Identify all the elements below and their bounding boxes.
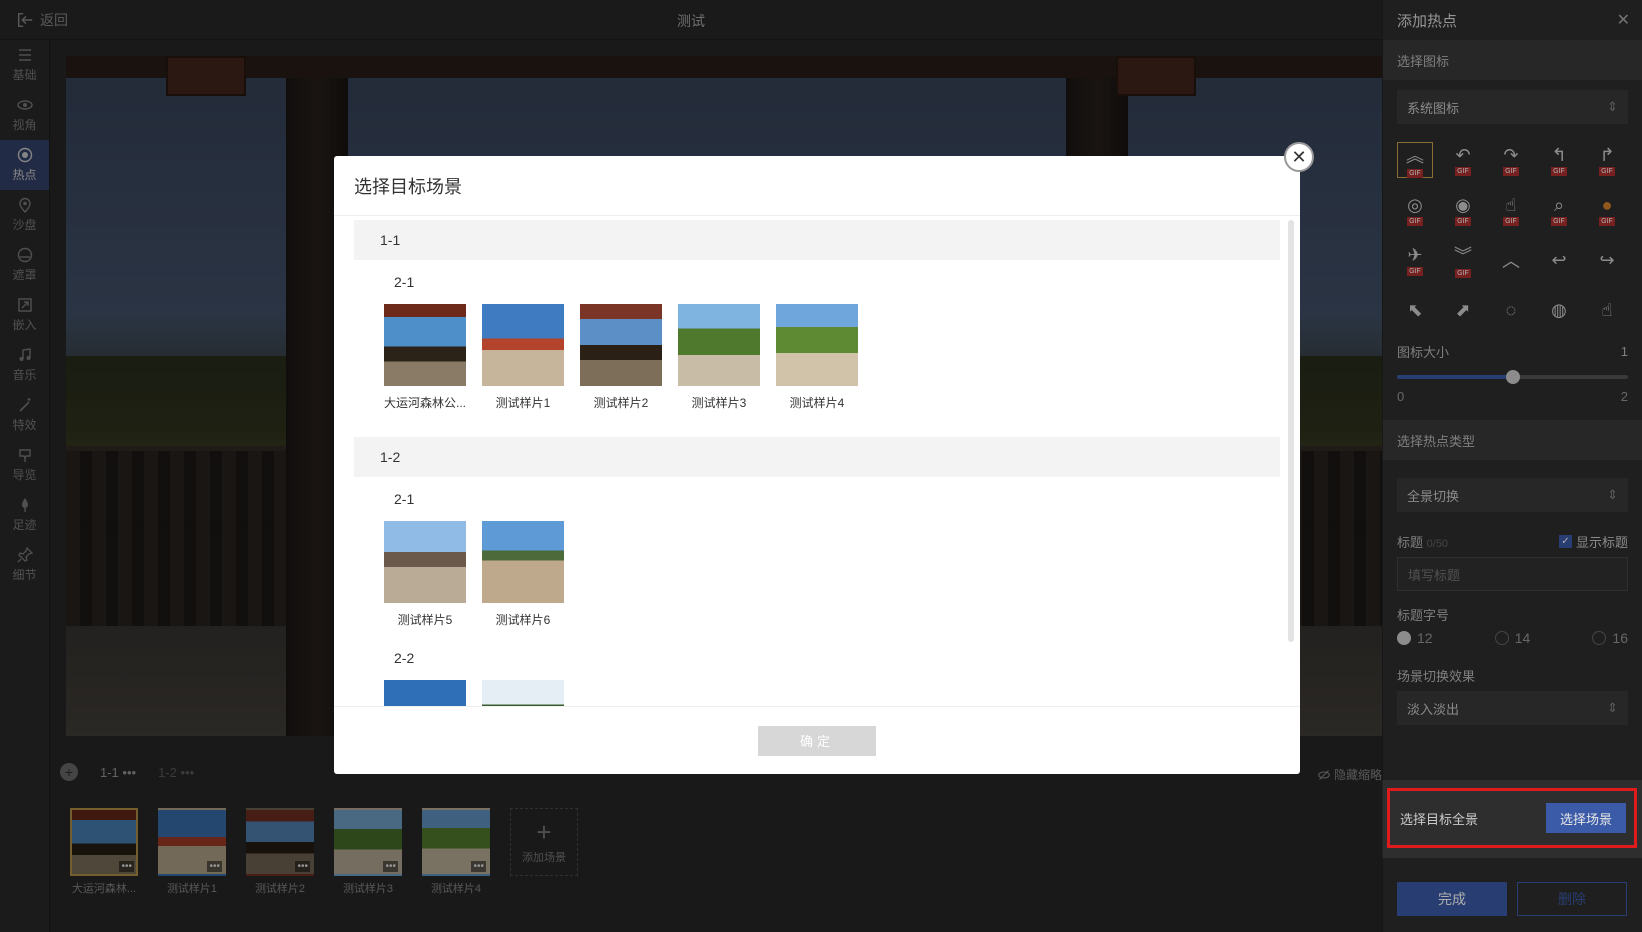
scene-option[interactable]: 测试样片6 — [482, 521, 564, 628]
scene-tiles — [334, 680, 1300, 706]
scene-option[interactable]: 测试样片5 — [384, 521, 466, 628]
scene-option[interactable]: 大运河森林公... — [384, 304, 466, 411]
close-icon[interactable]: ✕ — [1284, 142, 1314, 172]
scene-option[interactable] — [384, 680, 466, 706]
target-panorama-row: 选择目标全景 选择场景 — [1387, 788, 1637, 848]
dialog-title: 选择目标场景 — [334, 156, 1300, 216]
select-scene-dialog: 选择目标场景 ✕ 1-1 2-1 大运河森林公... 测试样片1 测试样片2 测试样片3 测… — [334, 142, 1314, 774]
scene-name: 测试样片4 — [789, 396, 845, 410]
scene-list[interactable]: 1-1 2-1 大运河森林公... 测试样片1 测试样片2 测试样片3 测试样片4 1-2 2-… — [334, 216, 1300, 706]
scene-name: 测试样片6 — [495, 613, 551, 627]
scene-subgroup-header: 2-1 — [394, 274, 415, 290]
scene-preview-image — [580, 304, 662, 386]
scene-preview-image — [678, 304, 760, 386]
modal-backdrop-right-bottom — [1382, 858, 1642, 932]
dialog-footer: 确定 — [334, 706, 1300, 774]
scene-option[interactable]: 测试样片1 — [482, 304, 564, 411]
scene-name: 测试样片2 — [593, 396, 649, 410]
scene-option[interactable]: 测试样片3 — [678, 304, 760, 411]
scene-preview-image — [776, 304, 858, 386]
modal-backdrop-right — [1382, 0, 1642, 780]
scene-name: 测试样片5 — [397, 613, 453, 627]
scene-name: 大运河森林公... — [383, 396, 466, 410]
confirm-button[interactable]: 确定 — [758, 725, 876, 756]
scene-preview-image — [482, 521, 564, 603]
scene-tiles: 测试样片5 测试样片6 — [334, 521, 1300, 628]
scene-preview-image — [482, 680, 564, 706]
scene-name: 测试样片3 — [691, 396, 747, 410]
scene-preview-image — [384, 521, 466, 603]
select-scene-button[interactable]: 选择场景 — [1545, 803, 1626, 833]
scene-subgroup-header: 2-1 — [394, 491, 415, 507]
scrollbar[interactable] — [1288, 220, 1294, 642]
scene-preview-image — [384, 304, 466, 386]
scene-group-header: 1-2 — [354, 437, 1280, 477]
scene-group-header: 1-1 — [354, 220, 1280, 260]
scene-name: 测试样片1 — [495, 396, 551, 410]
scene-tiles: 大运河森林公... 测试样片1 测试样片2 测试样片3 测试样片4 — [334, 304, 1300, 411]
scene-preview-image — [384, 680, 466, 706]
scene-preview-image — [482, 304, 564, 386]
scene-subgroup-header: 2-2 — [394, 650, 415, 666]
scene-option[interactable] — [482, 680, 564, 706]
scene-option[interactable]: 测试样片4 — [776, 304, 858, 411]
scene-option[interactable]: 测试样片2 — [580, 304, 662, 411]
